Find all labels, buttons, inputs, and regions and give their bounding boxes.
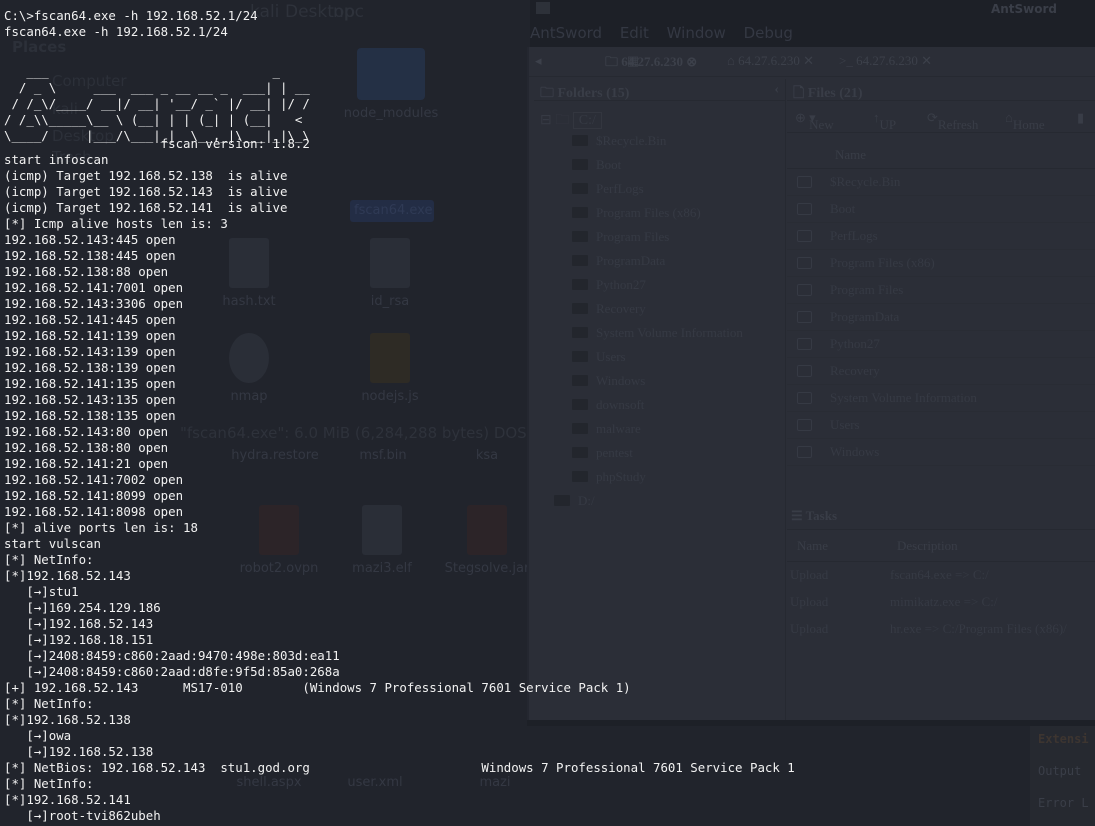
terminal-line: [*] NetBios: 192.168.52.143 stu1.god.org… (4, 760, 795, 775)
terminal-line: 192.168.52.138:80 open (4, 440, 169, 455)
terminal-line: [*] alive ports len is: 18 (4, 520, 198, 535)
terminal-line: 192.168.52.138:135 open (4, 408, 176, 423)
terminal-line: [*] NetInfo: (4, 696, 94, 711)
terminal-line: 192.168.52.143:139 open (4, 344, 176, 359)
terminal-line: [→]192.168.52.143 (4, 616, 154, 631)
terminal-line: (icmp) Target 192.168.52.141 is alive (4, 200, 288, 215)
terminal-line: 192.168.52.141:445 open (4, 312, 176, 327)
terminal-line: [→]2408:8459:c860:2aad:9470:498e:803d:ea… (4, 648, 340, 663)
terminal-line: 192.168.52.141:8098 open (4, 504, 184, 519)
terminal-line: start vulscan (4, 536, 101, 551)
terminal-line: [→]192.168.52.138 (4, 744, 154, 759)
terminal-line: [→]stu1 (4, 584, 79, 599)
terminal-line: 192.168.52.143:3306 open (4, 296, 184, 311)
terminal-line: [→]root-tvi862ubeh (4, 808, 161, 823)
terminal-line: 192.168.52.141:7001 open (4, 280, 184, 295)
terminal-line: [→]192.168.18.151 (4, 632, 154, 647)
terminal-line: 192.168.52.138:445 open (4, 248, 176, 263)
terminal-line: [+] 192.168.52.143 MS17-010 (Windows 7 P… (4, 680, 631, 695)
terminal-line: 192.168.52.143:80 open (4, 424, 169, 439)
terminal-line: [→]owa (4, 728, 72, 743)
terminal-line: 192.168.52.141:135 open (4, 376, 176, 391)
terminal-line: 192.168.52.143:135 open (4, 392, 176, 407)
terminal-line: (icmp) Target 192.168.52.138 is alive (4, 168, 288, 183)
fscan-ascii-banner: ___ _ / _ \ ___ ___ _ __ __ _ ___| | __ … (4, 64, 310, 143)
terminal-line: 192.168.52.141:7002 open (4, 472, 184, 487)
terminal-line: [*]192.168.52.143 (4, 568, 131, 583)
terminal-line: [→]169.254.129.186 (4, 600, 161, 615)
terminal-line: [*] NetInfo: (4, 552, 94, 567)
terminal-line: [→]2408:8459:c860:2aad:d8fe:9f5d:85a0:26… (4, 664, 340, 679)
fscan-version: fscan version: 1.8.2 (4, 136, 310, 151)
terminal-line: 192.168.52.138:139 open (4, 360, 176, 375)
terminal-line: [*] Icmp alive hosts len is: 3 (4, 216, 228, 231)
terminal-line: 192.168.52.141:139 open (4, 328, 176, 343)
terminal-line: 192.168.52.138:88 open (4, 264, 169, 279)
terminal-line: (icmp) Target 192.168.52.143 is alive (4, 184, 288, 199)
terminal-line: [*]192.168.52.138 (4, 712, 131, 727)
command-echo-line: fscan64.exe -h 192.168.52.1/24 (4, 24, 228, 39)
command-prompt-line: C:\>fscan64.exe -h 192.168.52.1/24 (4, 8, 258, 23)
terminal-line: start infoscan (4, 152, 109, 167)
terminal-line: 192.168.52.143:445 open (4, 232, 176, 247)
terminal-line: 192.168.52.141:8099 open (4, 488, 184, 503)
terminal-output[interactable]: C:\>fscan64.exe -h 192.168.52.1/24 fscan… (0, 0, 1095, 826)
terminal-line: [*] NetInfo: (4, 776, 94, 791)
terminal-line: 192.168.52.141:21 open (4, 456, 169, 471)
terminal-line: [*]192.168.52.141 (4, 792, 131, 807)
